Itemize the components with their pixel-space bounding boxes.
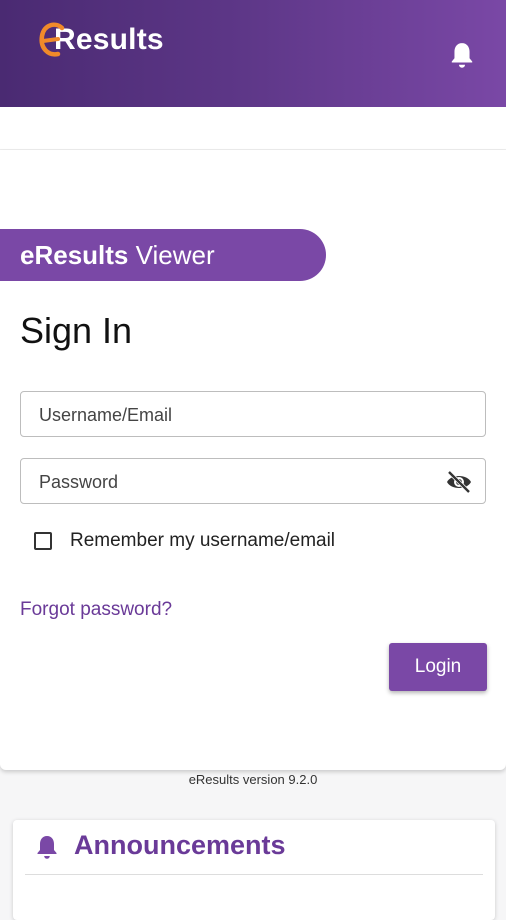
bell-icon <box>37 836 57 859</box>
remember-label[interactable]: Remember my username/email <box>70 530 335 552</box>
header-spacer <box>0 107 506 150</box>
banner-suffix: Viewer <box>128 240 215 270</box>
banner-brand: eResults <box>20 240 129 270</box>
app-banner: eResults Viewer <box>0 229 326 281</box>
page-title: Sign In <box>20 310 133 351</box>
app-bar: Results <box>0 0 506 107</box>
username-input[interactable] <box>37 392 441 438</box>
logo-mark <box>39 22 65 57</box>
login-button[interactable]: Login <box>389 643 487 691</box>
announcements-title: Announcements <box>74 830 286 860</box>
password-field[interactable] <box>20 458 486 505</box>
eresults-logo: Results <box>38 18 164 62</box>
login-card: eResults Viewer Sign In Remember my user… <box>0 150 506 770</box>
version-text: eResults version 9.2.0 <box>188 772 318 787</box>
bell-icon[interactable] <box>449 41 475 69</box>
remember-me[interactable]: Remember my username/email <box>34 528 335 554</box>
logo-text: Results <box>54 23 164 56</box>
eye-off-icon[interactable] <box>445 469 473 495</box>
divider <box>25 874 483 875</box>
announcements-card: Announcements <box>13 820 495 920</box>
username-field[interactable] <box>20 391 486 438</box>
password-input[interactable] <box>37 459 441 505</box>
forgot-password-link[interactable]: Forgot password? <box>20 599 172 621</box>
remember-checkbox[interactable] <box>34 532 52 550</box>
